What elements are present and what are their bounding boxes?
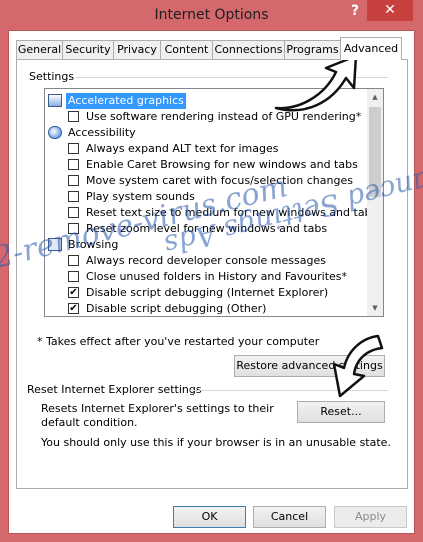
- checkbox[interactable]: [68, 271, 79, 282]
- setting-label: Always expand ALT text for images: [86, 142, 279, 155]
- reset-description: Resets Internet Explorer's settings to t…: [41, 402, 274, 429]
- setting-close-unused-folders[interactable]: Close unused folders in History and Favo…: [45, 269, 375, 285]
- apply-button: Apply: [334, 506, 407, 528]
- checkbox[interactable]: [68, 159, 79, 170]
- tab-security[interactable]: Security: [62, 40, 114, 59]
- graphics-icon: [48, 94, 62, 107]
- setting-label: Reset zoom level for new windows and tab…: [86, 222, 328, 235]
- browsing-icon: [48, 238, 62, 251]
- scroll-thumb[interactable]: [369, 107, 381, 197]
- tab-pointer-arrow-icon: [274, 54, 358, 112]
- setting-label: Play system sounds: [86, 190, 195, 203]
- tab-privacy[interactable]: Privacy: [113, 40, 161, 59]
- settings-scrollbar[interactable]: ▲ ▼: [367, 89, 383, 316]
- restart-note: * Takes effect after you've restarted yo…: [37, 335, 320, 348]
- reset-group-title: Reset Internet Explorer settings: [27, 383, 202, 396]
- globe-icon: [48, 126, 62, 139]
- ok-button[interactable]: OK: [173, 506, 246, 528]
- checkbox-checked[interactable]: ✔: [68, 303, 79, 314]
- tab-general[interactable]: General: [16, 40, 63, 59]
- checkbox[interactable]: [68, 175, 79, 186]
- checkbox[interactable]: [68, 111, 79, 122]
- reset-button[interactable]: Reset...: [297, 401, 385, 423]
- checkbox[interactable]: [68, 191, 79, 202]
- tab-advanced[interactable]: Advanced: [340, 37, 402, 60]
- cancel-button[interactable]: Cancel: [253, 506, 326, 528]
- category-label: Accessibility: [68, 126, 136, 139]
- category-label: Browsing: [68, 238, 119, 251]
- setting-label: Disable script debugging (Other): [86, 302, 267, 315]
- setting-reset-zoom[interactable]: Reset zoom level for new windows and tab…: [45, 221, 375, 237]
- settings-group-title: Settings: [27, 70, 77, 83]
- scroll-down-icon[interactable]: ▼: [367, 300, 383, 316]
- reset-warning: You should only use this if your browser…: [41, 436, 391, 449]
- tab-content[interactable]: Content: [160, 40, 213, 59]
- checkbox[interactable]: [68, 223, 79, 234]
- checkbox-checked[interactable]: ✔: [68, 287, 79, 298]
- reset-pointer-arrow-icon: [332, 334, 384, 398]
- setting-label: Disable script debugging (Internet Explo…: [86, 286, 329, 299]
- setting-label: Enable Caret Browsing for new windows an…: [86, 158, 358, 171]
- setting-disable-debug-ie[interactable]: ✔ Disable script debugging (Internet Exp…: [45, 285, 375, 301]
- setting-label: Close unused folders in History and Favo…: [86, 270, 348, 283]
- settings-list[interactable]: Accelerated graphics Use software render…: [44, 88, 384, 317]
- setting-record-console[interactable]: Always record developer console messages: [45, 253, 375, 269]
- checkbox[interactable]: [68, 255, 79, 266]
- setting-system-sounds[interactable]: Play system sounds: [45, 189, 375, 205]
- setting-label: Move system caret with focus/selection c…: [86, 174, 353, 187]
- help-button[interactable]: ?: [346, 3, 364, 23]
- category-label: Accelerated graphics: [66, 93, 186, 109]
- setting-disable-debug-other[interactable]: ✔ Disable script debugging (Other): [45, 301, 375, 316]
- checkbox[interactable]: [68, 143, 79, 154]
- setting-move-caret[interactable]: Move system caret with focus/selection c…: [45, 173, 375, 189]
- setting-caret-browsing[interactable]: Enable Caret Browsing for new windows an…: [45, 157, 375, 173]
- checkbox[interactable]: [68, 207, 79, 218]
- close-button[interactable]: ✕: [367, 0, 413, 21]
- setting-reset-text-size[interactable]: Reset text size to medium for new window…: [45, 205, 378, 221]
- title-bar: Internet Options ? ✕: [0, 0, 423, 30]
- setting-expand-alt-text[interactable]: Always expand ALT text for images: [45, 141, 375, 157]
- setting-label: Reset text size to medium for new window…: [86, 206, 378, 219]
- setting-label: Always record developer console messages: [86, 254, 326, 267]
